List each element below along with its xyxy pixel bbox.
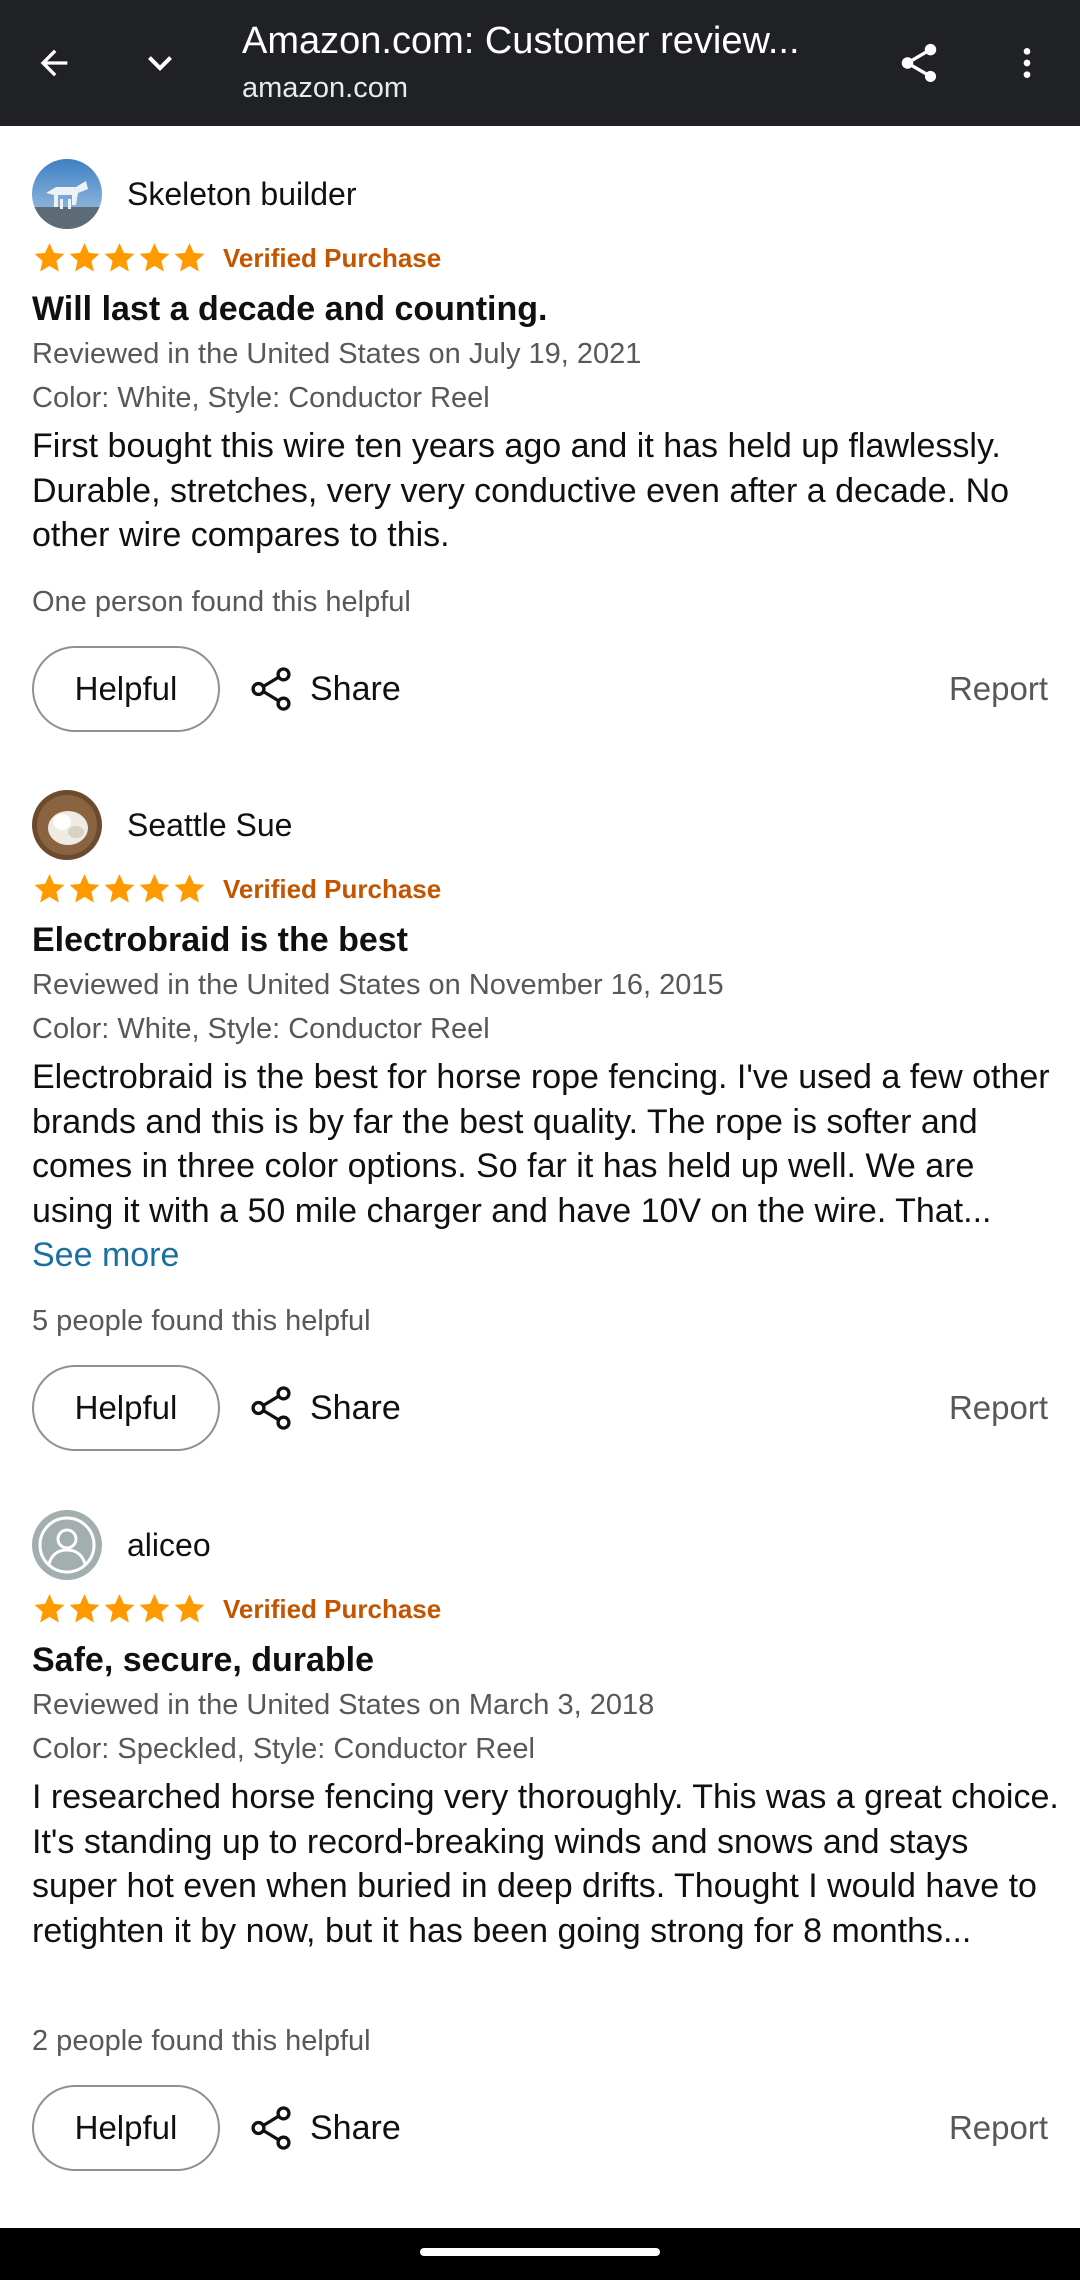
star-rating: [32, 869, 207, 909]
star-rating: [32, 1589, 207, 1629]
star-icon: [139, 874, 170, 903]
more-vert-icon: [1023, 48, 1031, 78]
review-text: First bought this wire ten years ago and…: [32, 427, 1010, 554]
review-variant: Color: White, Style: Conductor Reel: [32, 382, 490, 414]
page-url: amazon.com: [242, 72, 409, 104]
share-button[interactable]: Share: [246, 2098, 401, 2158]
verified-purchase-badge: Verified Purchase: [223, 874, 442, 904]
review-title: Electrobraid is the best: [32, 921, 408, 959]
share-page-button[interactable]: [876, 20, 962, 106]
minimize-button[interactable]: [117, 20, 203, 106]
helpful-count: One person found this helpful: [32, 586, 411, 618]
avatar[interactable]: [32, 1510, 102, 1580]
share-icon: [251, 1386, 291, 1430]
share-label: Share: [310, 2108, 401, 2147]
helpful-button[interactable]: Helpful: [32, 646, 220, 732]
review-card: Seattle Sue Verified Purchase Electrobra…: [0, 757, 1080, 1477]
share-button[interactable]: Share: [246, 659, 401, 719]
report-link[interactable]: Report: [949, 1388, 1048, 1428]
star-icon: [174, 1594, 205, 1623]
star-rating: [32, 238, 207, 278]
star-icon: [104, 874, 135, 903]
helpful-button[interactable]: Helpful: [32, 2085, 220, 2171]
review-title: Will last a decade and counting.: [32, 290, 548, 328]
star-icon: [69, 1594, 100, 1623]
chevron-down-icon: [148, 56, 172, 71]
star-icon: [34, 1594, 65, 1623]
share-icon: [251, 2106, 291, 2150]
star-icon: [139, 243, 170, 272]
star-icon: [34, 243, 65, 272]
review-card: Skeleton builder Verified Purchase Will …: [0, 126, 1080, 846]
page-title: Amazon.com: Customer review...: [242, 20, 800, 62]
helpful-button[interactable]: Helpful: [32, 1365, 220, 1451]
photo-avatar-icon: [32, 159, 102, 229]
avatar[interactable]: [32, 790, 102, 860]
photo-avatar-icon: [32, 790, 102, 860]
system-navigation-bar: [0, 2228, 1080, 2280]
star-icon: [139, 1594, 170, 1623]
star-icon: [69, 243, 100, 272]
report-link[interactable]: Report: [949, 669, 1048, 709]
review-text: Electrobraid is the best for horse rope …: [32, 1058, 1050, 1230]
home-gesture-handle[interactable]: [420, 2248, 660, 2256]
helpful-count: 5 people found this helpful: [32, 1305, 371, 1337]
share-label: Share: [310, 669, 401, 708]
star-icon: [174, 874, 205, 903]
review-date: Reviewed in the United States on Novembe…: [32, 969, 724, 1001]
verified-purchase-badge: Verified Purchase: [223, 1594, 442, 1624]
star-icon: [104, 1594, 135, 1623]
share-button[interactable]: Share: [246, 1378, 401, 1438]
reviewer-name[interactable]: aliceo: [127, 1525, 211, 1565]
review-title: Safe, secure, durable: [32, 1641, 375, 1679]
helpful-count: 2 people found this helpful: [32, 2025, 371, 2057]
review-body: First bought this wire ten years ago and…: [32, 424, 1062, 558]
verified-purchase-badge: Verified Purchase: [223, 243, 442, 273]
user-avatar-icon: [32, 1510, 102, 1580]
avatar[interactable]: [32, 159, 102, 229]
review-variant: Color: Speckled, Style: Conductor Reel: [32, 1733, 535, 1765]
review-card: aliceo Verified Purchase Safe, secure, d…: [0, 1477, 1080, 2197]
star-icon: [34, 874, 65, 903]
share-icon: [901, 43, 937, 83]
reviewer-name[interactable]: Seattle Sue: [127, 805, 292, 845]
browser-top-bar: Amazon.com: Customer review... amazon.co…: [0, 0, 1080, 126]
share-icon: [251, 667, 291, 711]
review-date: Reviewed in the United States on July 19…: [32, 338, 642, 370]
review-variant: Color: White, Style: Conductor Reel: [32, 1013, 490, 1045]
arrow-back-icon: [40, 49, 68, 77]
star-icon: [69, 874, 100, 903]
share-label: Share: [310, 1388, 401, 1427]
see-more-link[interactable]: See more: [32, 1236, 179, 1274]
back-button[interactable]: [11, 20, 97, 106]
reviews-list: Skeleton builder Verified Purchase Will …: [0, 126, 1080, 2228]
review-text: I researched horse fencing very thorough…: [32, 1778, 1059, 1950]
more-options-button[interactable]: [984, 20, 1070, 106]
reviewer-name[interactable]: Skeleton builder: [127, 174, 356, 214]
report-link[interactable]: Report: [949, 2108, 1048, 2148]
review-body: Electrobraid is the best for horse rope …: [32, 1055, 1062, 1278]
review-date: Reviewed in the United States on March 3…: [32, 1689, 655, 1721]
review-body: I researched horse fencing very thorough…: [32, 1775, 1062, 1953]
star-icon: [174, 243, 205, 272]
star-icon: [104, 243, 135, 272]
